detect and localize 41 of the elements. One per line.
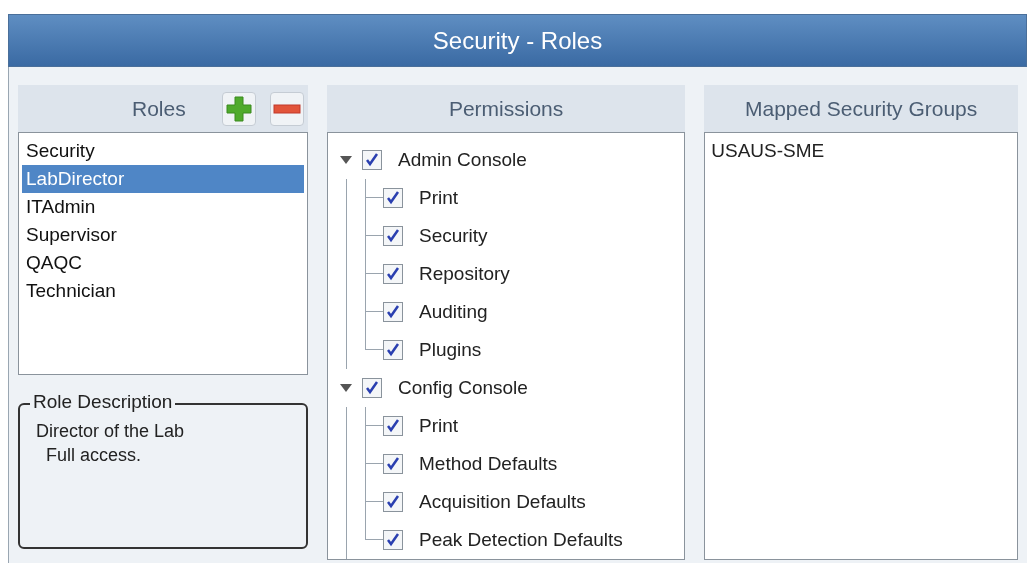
minus-icon [273, 103, 301, 114]
checkbox[interactable] [383, 416, 403, 436]
description-text: Director of the Lab [36, 420, 185, 443]
list-item[interactable]: Security [22, 137, 304, 165]
tree-item-label: Security [419, 223, 488, 248]
list-item[interactable]: ITAdmin [22, 193, 304, 221]
checkbox[interactable] [383, 188, 403, 208]
checkbox[interactable] [383, 302, 403, 322]
tree-item-label: Print [419, 413, 459, 438]
column-title: Roles [132, 95, 186, 122]
checkbox[interactable] [383, 340, 403, 360]
tree-item-label: Repository [419, 261, 510, 286]
checkbox[interactable] [383, 492, 403, 512]
checkbox[interactable] [383, 264, 403, 284]
tree-item-label: Method Defaults [419, 451, 558, 476]
tree-item-label: Auditing [419, 299, 488, 324]
plus-icon [226, 95, 252, 122]
checkbox[interactable] [383, 454, 403, 474]
tree-item-label: Print [419, 185, 459, 210]
tree-item-label: Acquisition Defaults [419, 489, 586, 514]
window-title: Security - Roles [8, 14, 1027, 67]
checkbox[interactable] [362, 378, 382, 398]
list-item[interactable]: Supervisor [22, 221, 304, 249]
column-title: Permissions [448, 95, 564, 122]
list-item[interactable]: Technician [22, 277, 304, 305]
expander-icon[interactable] [340, 156, 352, 164]
tree-item-label: Config Console [398, 375, 528, 400]
tree-item-label: Plugins [419, 337, 482, 362]
description-text: Full access. [45, 444, 143, 467]
tree-item-label: Admin Console [398, 147, 527, 172]
add-button[interactable] [222, 91, 256, 126]
remove-button[interactable] [270, 91, 304, 126]
tree-item-label: Peak Detection Defaults [419, 527, 623, 552]
expander-icon[interactable] [340, 384, 352, 392]
column-title: Mapped Security Groups [745, 95, 978, 122]
checkbox[interactable] [383, 530, 403, 550]
checkbox[interactable] [383, 226, 403, 246]
list-item[interactable]: LabDirector [22, 165, 304, 193]
list-item[interactable]: QAQC [22, 249, 304, 277]
checkbox[interactable] [362, 150, 382, 170]
list-item[interactable]: USAUS-SME [711, 139, 1011, 163]
